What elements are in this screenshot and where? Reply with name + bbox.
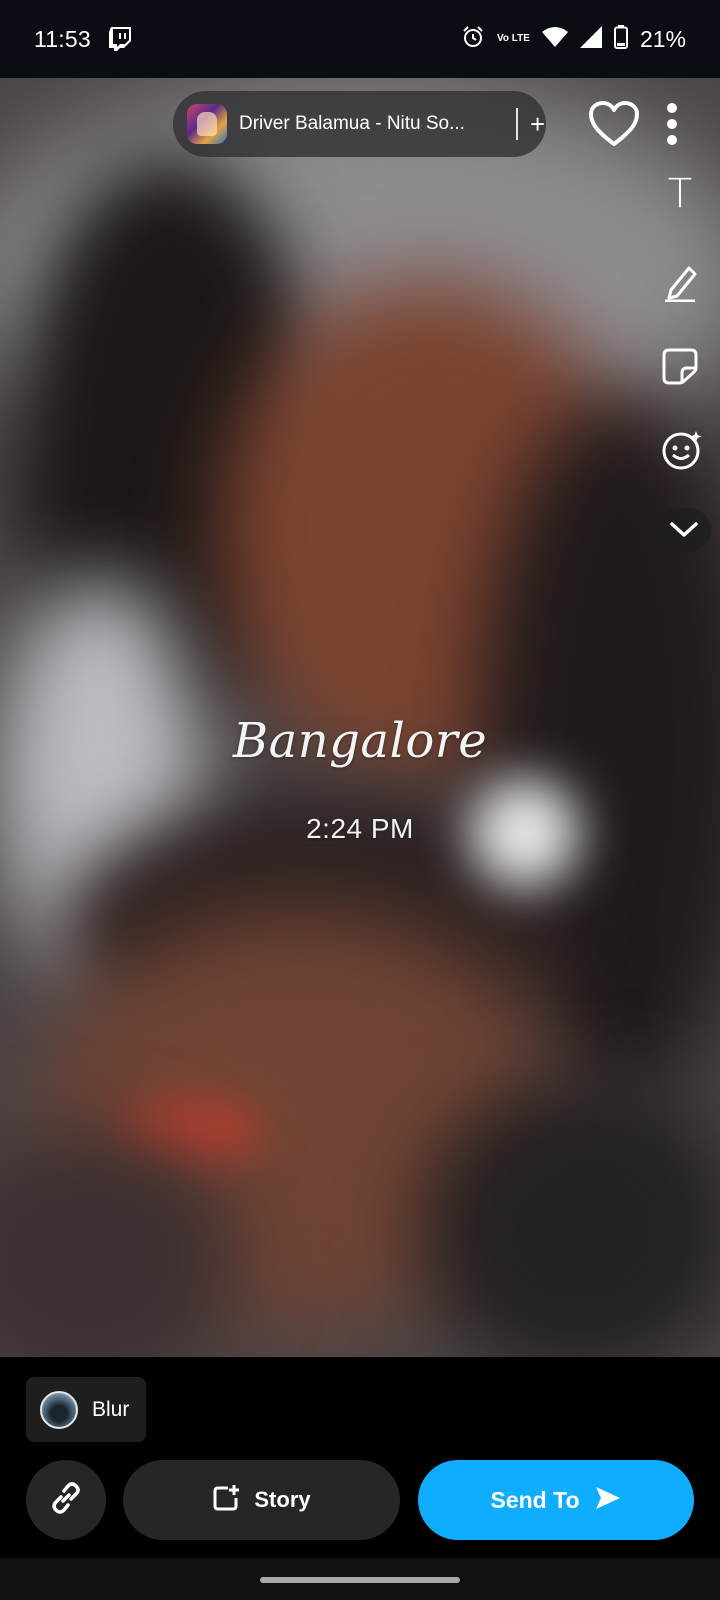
time-caption[interactable]: 2:24 PM: [0, 813, 720, 845]
more-options-icon[interactable]: [662, 100, 682, 148]
snap-photo[interactable]: Bangalore 2:24 PM: [0, 78, 720, 1357]
chevron-down-icon[interactable]: [657, 508, 711, 552]
signal-icon: [579, 25, 602, 53]
link-button[interactable]: [26, 1460, 106, 1540]
blur-filter-chip[interactable]: Blur: [26, 1377, 146, 1442]
status-bar: 11:53 Vo LTE 21%: [0, 0, 720, 78]
add-story-icon: [212, 1484, 240, 1517]
album-art: [187, 104, 227, 144]
story-button[interactable]: Story: [123, 1460, 400, 1540]
blur-label: Blur: [92, 1397, 130, 1421]
volte-indicator: Vo LTE: [496, 33, 530, 44]
heart-icon[interactable]: [586, 98, 642, 150]
music-sticker[interactable]: Driver Balamua - Nitu So...: [173, 91, 546, 157]
lens-icon[interactable]: [660, 428, 704, 472]
battery-icon: [613, 24, 628, 54]
home-indicator[interactable]: [260, 1577, 460, 1583]
location-caption[interactable]: Bangalore: [0, 713, 720, 769]
twitch-icon: [108, 27, 131, 51]
wifi-icon: [541, 26, 568, 53]
text-tool-icon[interactable]: T: [660, 171, 700, 217]
song-title: Driver Balamua - Nitu So...: [239, 113, 465, 134]
sticker-icon[interactable]: [660, 344, 700, 388]
pencil-icon[interactable]: [660, 260, 700, 304]
send-arrow-icon: [594, 1485, 622, 1516]
text-tool-glyph: T: [667, 171, 693, 217]
send-to-label: Send To: [490, 1486, 580, 1513]
story-label: Story: [254, 1487, 311, 1512]
alarm-icon: [461, 25, 485, 54]
blur-avatar: [40, 1390, 78, 1429]
link-icon: [47, 1479, 85, 1522]
music-add-group: +: [500, 108, 545, 140]
add-music-button[interactable]: +: [530, 111, 545, 137]
pill-divider: [516, 108, 518, 140]
status-time: 11:53: [34, 25, 91, 52]
battery-percent: 21%: [639, 25, 686, 52]
send-to-button[interactable]: Send To: [418, 1460, 694, 1540]
